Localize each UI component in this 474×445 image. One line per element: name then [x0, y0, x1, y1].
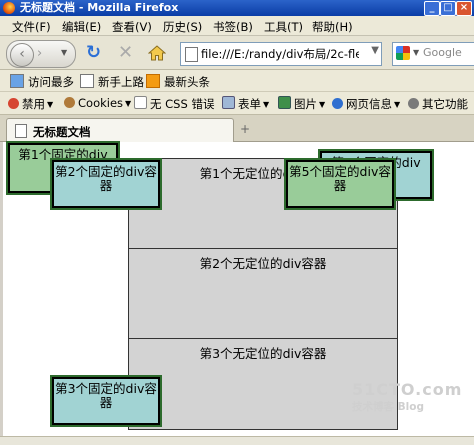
- bookmark-label: 访问最多: [28, 75, 74, 89]
- url-text[interactable]: file:///E:/randy/div布局/2c-fle: [201, 46, 359, 62]
- page-icon: [185, 47, 198, 62]
- watermark: 51CTO.com 技术博客 Blog: [352, 380, 462, 414]
- horizontal-scrollbar[interactable]: [0, 436, 474, 445]
- devbar-images[interactable]: 图片 ▼: [278, 96, 325, 112]
- web-developer-toolbar: 禁用 ▼ Cookies ▼ 无 CSS 错误 表单 ▼ 图片 ▼ 网页信息 ▼ 其它功能: [0, 92, 474, 115]
- tab-title: 无标题文档: [33, 125, 91, 139]
- chevron-down-icon: ▼: [125, 99, 132, 108]
- devbar-label: 表单: [238, 97, 261, 111]
- static-div-3-text: 第3个无定位的div容器: [199, 346, 327, 361]
- back-arrow-icon[interactable]: ‹: [10, 43, 34, 67]
- tab-strip: 无标题文档 +: [0, 115, 474, 143]
- form-icon: [222, 96, 235, 109]
- cookie-icon: [64, 97, 75, 108]
- chevron-down-icon: ▼: [319, 100, 326, 109]
- devbar-cookies[interactable]: Cookies ▼: [64, 96, 131, 110]
- menu-file[interactable]: 文件(F): [12, 19, 51, 35]
- devbar-page-info[interactable]: 网页信息 ▼: [332, 96, 400, 112]
- fixed-div-5-text: 第5个固定的div容器: [289, 164, 391, 193]
- page-icon: [80, 74, 94, 88]
- chevron-down-icon: ▼: [394, 100, 401, 109]
- bookmark-most-visited[interactable]: 访问最多: [10, 74, 74, 90]
- stop-icon[interactable]: ✕: [118, 44, 133, 62]
- history-dropdown-icon[interactable]: ▼: [61, 48, 67, 57]
- disable-icon: [8, 98, 19, 109]
- devbar-label: 图片: [294, 97, 317, 111]
- fixed-div-3: 第3个固定的div容器: [50, 375, 162, 427]
- maximize-button[interactable]: □: [440, 1, 456, 16]
- watermark-line-2: 技术博客 Blog: [352, 401, 424, 413]
- menu-view[interactable]: 查看(V): [112, 19, 152, 35]
- home-icon[interactable]: [148, 45, 166, 61]
- fixed-div-5: 第5个固定的div容器: [284, 158, 396, 210]
- chevron-down-icon: ▼: [263, 100, 270, 109]
- chevron-down-icon: ▼: [47, 100, 54, 109]
- devbar-misc[interactable]: 其它功能: [408, 96, 468, 112]
- devbar-label: 其它功能: [422, 97, 468, 111]
- window-title: 无标题文档 - Mozilla Firefox: [20, 1, 179, 14]
- static-div-2: 第2个无定位的div容器: [128, 248, 398, 340]
- devbar-forms[interactable]: 表单 ▼: [222, 96, 269, 112]
- menu-bar: 文件(F) 编辑(E) 查看(V) 历史(S) 书签(B) 工具(T) 帮助(H…: [0, 16, 474, 36]
- forward-arrow-icon[interactable]: ›: [37, 46, 42, 61]
- css-icon: [134, 96, 147, 109]
- info-icon: [332, 98, 343, 109]
- reload-icon[interactable]: ↻: [86, 44, 101, 62]
- back-forward-group: ‹ › ▼: [6, 40, 76, 68]
- new-tab-button[interactable]: +: [240, 122, 250, 136]
- page-icon: [15, 124, 27, 138]
- bookmark-folder-icon: [10, 74, 24, 88]
- devbar-label: 禁用: [22, 97, 45, 111]
- menu-help[interactable]: 帮助(H): [312, 19, 353, 35]
- devbar-label: Cookies: [78, 96, 124, 110]
- watermark-line-1: 51CTO.com: [352, 380, 463, 399]
- bookmarks-toolbar: 访问最多 新手上路 最新头条: [0, 70, 474, 92]
- navigation-toolbar: ‹ › ▼ ↻ ✕ file:///E:/randy/div布局/2c-fle …: [0, 36, 474, 70]
- bookmark-label: 新手上路: [98, 75, 144, 89]
- bookmark-label: 最新头条: [164, 75, 210, 89]
- menu-history[interactable]: 历史(S): [163, 19, 202, 35]
- devbar-label: 无 CSS 错误: [150, 97, 215, 111]
- fixed-div-3-text: 第3个固定的div容器: [55, 381, 157, 410]
- minimize-button[interactable]: _: [424, 1, 440, 16]
- static-div-2-text: 第2个无定位的div容器: [199, 256, 327, 271]
- devbar-label: 网页信息: [346, 97, 392, 111]
- tab-untitled[interactable]: 无标题文档: [6, 118, 234, 143]
- fixed-div-2-text: 第2个固定的div容器: [55, 164, 157, 193]
- search-engine-dropdown-icon[interactable]: ▼: [413, 48, 419, 57]
- bookmark-latest-headlines[interactable]: 最新头条: [146, 74, 210, 90]
- menu-bookmarks[interactable]: 书签(B): [213, 19, 253, 35]
- firefox-icon: [3, 2, 15, 14]
- menu-tools[interactable]: 工具(T): [264, 19, 303, 35]
- search-placeholder[interactable]: Google: [423, 46, 462, 59]
- bookmark-getting-started[interactable]: 新手上路: [80, 74, 144, 90]
- url-dropdown-icon[interactable]: ▼: [371, 45, 379, 56]
- devbar-css[interactable]: 无 CSS 错误: [134, 96, 214, 112]
- devbar-disable[interactable]: 禁用 ▼: [8, 96, 53, 112]
- rss-icon: [146, 74, 160, 88]
- close-button[interactable]: ×: [456, 1, 472, 16]
- google-icon[interactable]: [396, 46, 410, 60]
- gear-icon: [408, 98, 419, 109]
- image-icon: [278, 96, 291, 109]
- fixed-div-2: 第2个固定的div容器: [50, 158, 162, 210]
- menu-edit[interactable]: 编辑(E): [62, 19, 101, 35]
- address-bar[interactable]: file:///E:/randy/div布局/2c-fle ▼: [180, 42, 382, 66]
- window-title-bar: 无标题文档 - Mozilla Firefox _ □ ×: [0, 0, 474, 16]
- search-box[interactable]: ▼ Google: [392, 42, 474, 66]
